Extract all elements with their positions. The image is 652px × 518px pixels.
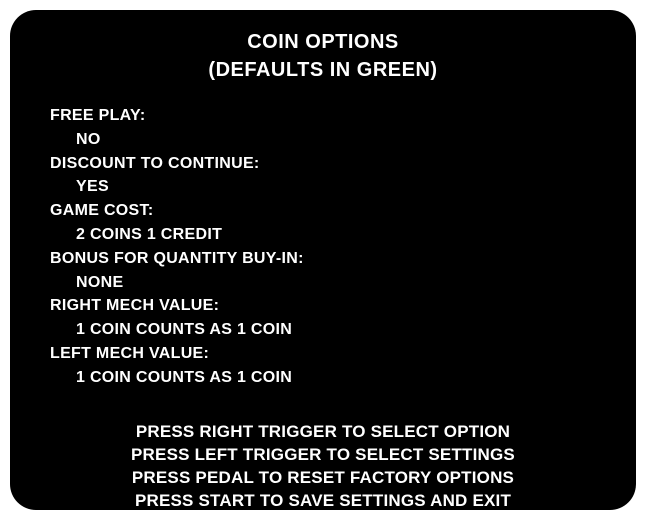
option-discount-to-continue[interactable]: DISCOUNT TO CONTINUE: YES <box>50 152 610 200</box>
option-game-cost[interactable]: GAME COST: 2 COINS 1 CREDIT <box>50 199 610 247</box>
screen-subtitle: (DEFAULTS IN GREEN) <box>208 59 438 81</box>
option-value[interactable]: YES <box>50 175 610 199</box>
option-value[interactable]: 1 COIN COUNTS AS 1 COIN <box>50 318 610 342</box>
option-label: DISCOUNT TO CONTINUE: <box>50 154 260 172</box>
instruction-save-exit: PRESS START TO SAVE SETTINGS AND EXIT <box>134 491 512 510</box>
options-list: FREE PLAY: NO DISCOUNT TO CONTINUE: YES … <box>50 104 610 390</box>
option-bonus-quantity-buy-in[interactable]: BONUS FOR QUANTITY BUY-IN: NONE <box>50 247 610 295</box>
option-free-play[interactable]: FREE PLAY: NO <box>50 104 610 152</box>
option-right-mech-value[interactable]: RIGHT MECH VALUE: 1 COIN COUNTS AS 1 COI… <box>50 294 610 342</box>
option-value[interactable]: NO <box>50 128 610 152</box>
option-label: FREE PLAY: <box>50 107 146 124</box>
instructions-block: PRESS RIGHT TRIGGER TO SELECT OPTION PRE… <box>10 420 636 510</box>
option-label: GAME COST: <box>50 202 154 220</box>
option-label: LEFT MECH VALUE: <box>50 344 210 362</box>
option-left-mech-value[interactable]: LEFT MECH VALUE: 1 COIN COUNTS AS 1 COIN <box>50 342 610 390</box>
option-value[interactable]: 1 COIN COUNTS AS 1 COIN <box>50 366 610 390</box>
option-label: BONUS FOR QUANTITY BUY-IN: <box>50 249 304 267</box>
instruction-select-option: PRESS RIGHT TRIGGER TO SELECT OPTION <box>135 422 511 441</box>
option-value[interactable]: 2 COINS 1 CREDIT <box>50 223 610 247</box>
option-label: RIGHT MECH VALUE: <box>50 297 220 315</box>
instruction-select-settings: PRESS LEFT TRIGGER TO SELECT SETTINGS <box>131 445 515 464</box>
coin-options-screen: COIN OPTIONS (DEFAULTS IN GREEN) FREE PL… <box>10 10 636 510</box>
screen-title: COIN OPTIONS <box>247 31 399 53</box>
instruction-reset-factory: PRESS PEDAL TO RESET FACTORY OPTIONS <box>131 468 515 487</box>
option-value[interactable]: NONE <box>50 271 610 295</box>
